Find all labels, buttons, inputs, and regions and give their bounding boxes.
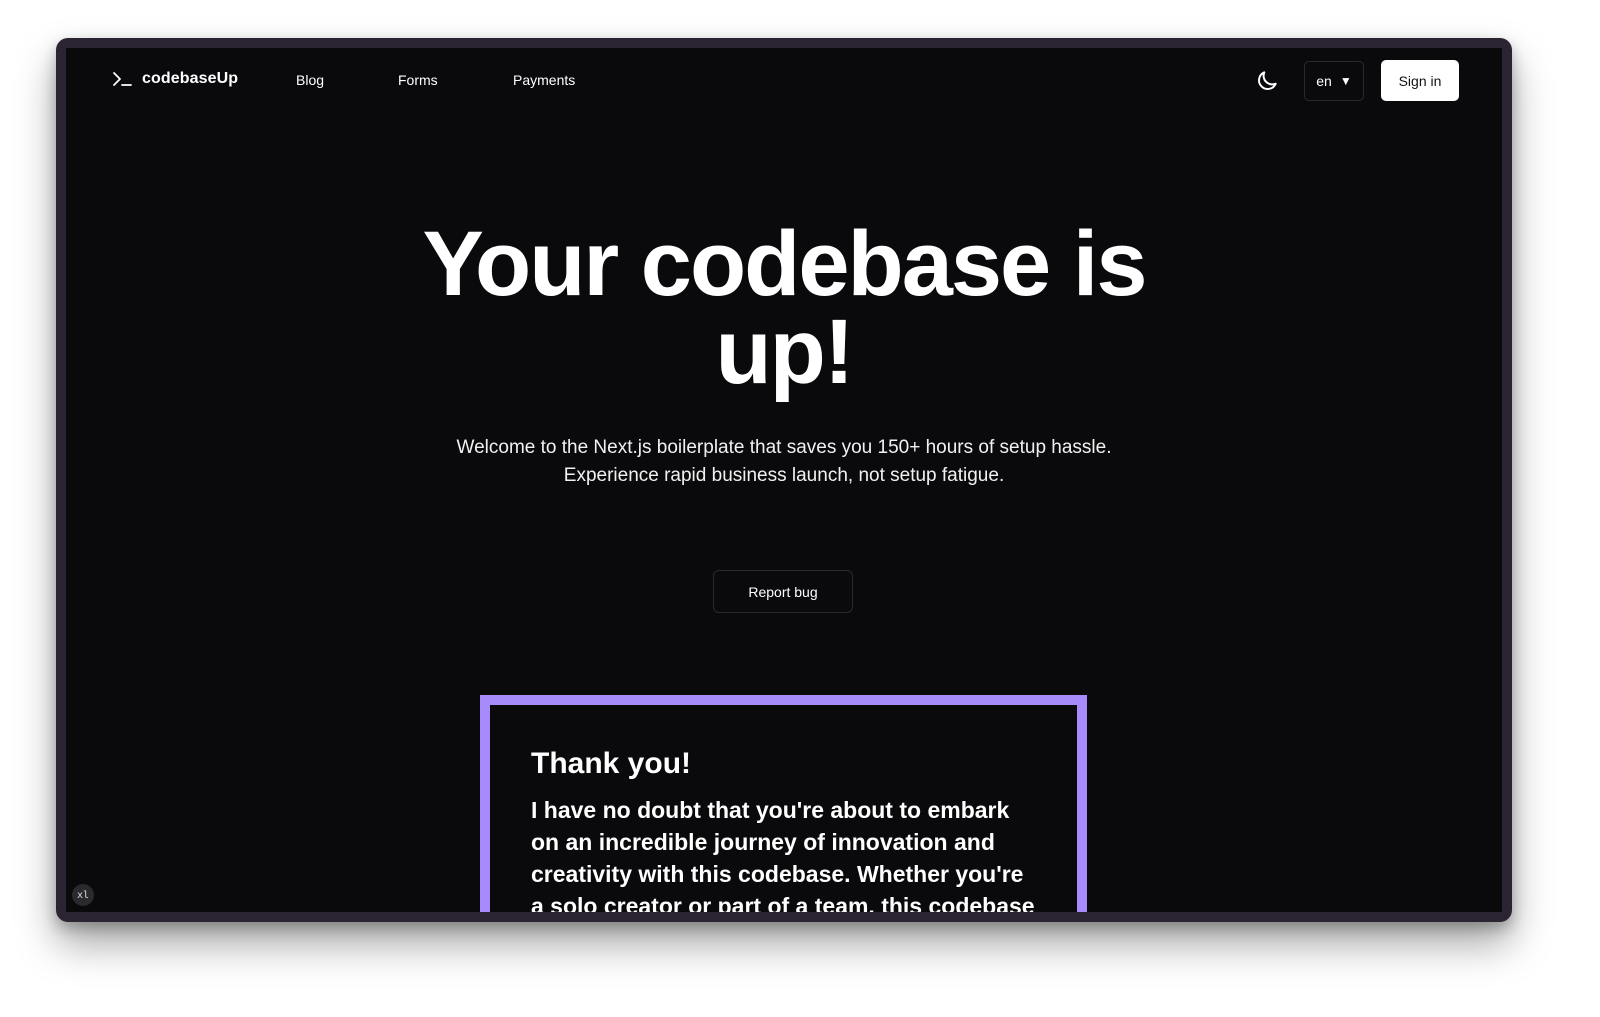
brand-name: codebaseUp xyxy=(142,70,239,87)
page-viewport: codebaseUp Blog Forms Payments en ▼ Sign… xyxy=(66,48,1502,912)
nav-link-payments[interactable]: Payments xyxy=(513,72,575,88)
thank-you-card: Thank you! I have no doubt that you're a… xyxy=(480,695,1087,912)
dropdown-arrow-icon: ▼ xyxy=(1339,74,1352,88)
nav-link-blog[interactable]: Blog xyxy=(296,72,324,88)
hero-subtitle-line-1: Welcome to the Next.js boilerplate that … xyxy=(456,437,1112,458)
browser-frame: codebaseUp Blog Forms Payments en ▼ Sign… xyxy=(56,38,1512,922)
report-bug-button[interactable]: Report bug xyxy=(713,570,853,613)
hero-title: Your codebase is up! xyxy=(66,218,1502,398)
nav-link-forms[interactable]: Forms xyxy=(398,72,438,88)
language-value: en xyxy=(1316,73,1332,89)
breakpoint-indicator-badge: xl xyxy=(72,884,94,906)
top-navigation: codebaseUp Blog Forms Payments en ▼ Sign… xyxy=(66,48,1502,112)
card-title: Thank you! xyxy=(531,747,692,780)
brand-logo-link[interactable]: codebaseUp xyxy=(112,70,238,88)
moon-icon xyxy=(1258,71,1277,90)
sign-in-button[interactable]: Sign in xyxy=(1381,60,1459,101)
terminal-prompt-icon xyxy=(113,72,132,86)
language-select[interactable]: en ▼ xyxy=(1304,61,1364,101)
card-body-text: I have no doubt that you're about to emb… xyxy=(531,797,1035,912)
hero-subtitle: Welcome to the Next.js boilerplate that … xyxy=(66,434,1502,490)
hero-subtitle-line-2: Experience rapid business launch, not se… xyxy=(563,465,1005,486)
theme-toggle-button[interactable] xyxy=(1254,68,1280,94)
hero-title-line-1: Your codebase is xyxy=(422,213,1147,315)
hero-title-line-2: up! xyxy=(715,301,854,403)
